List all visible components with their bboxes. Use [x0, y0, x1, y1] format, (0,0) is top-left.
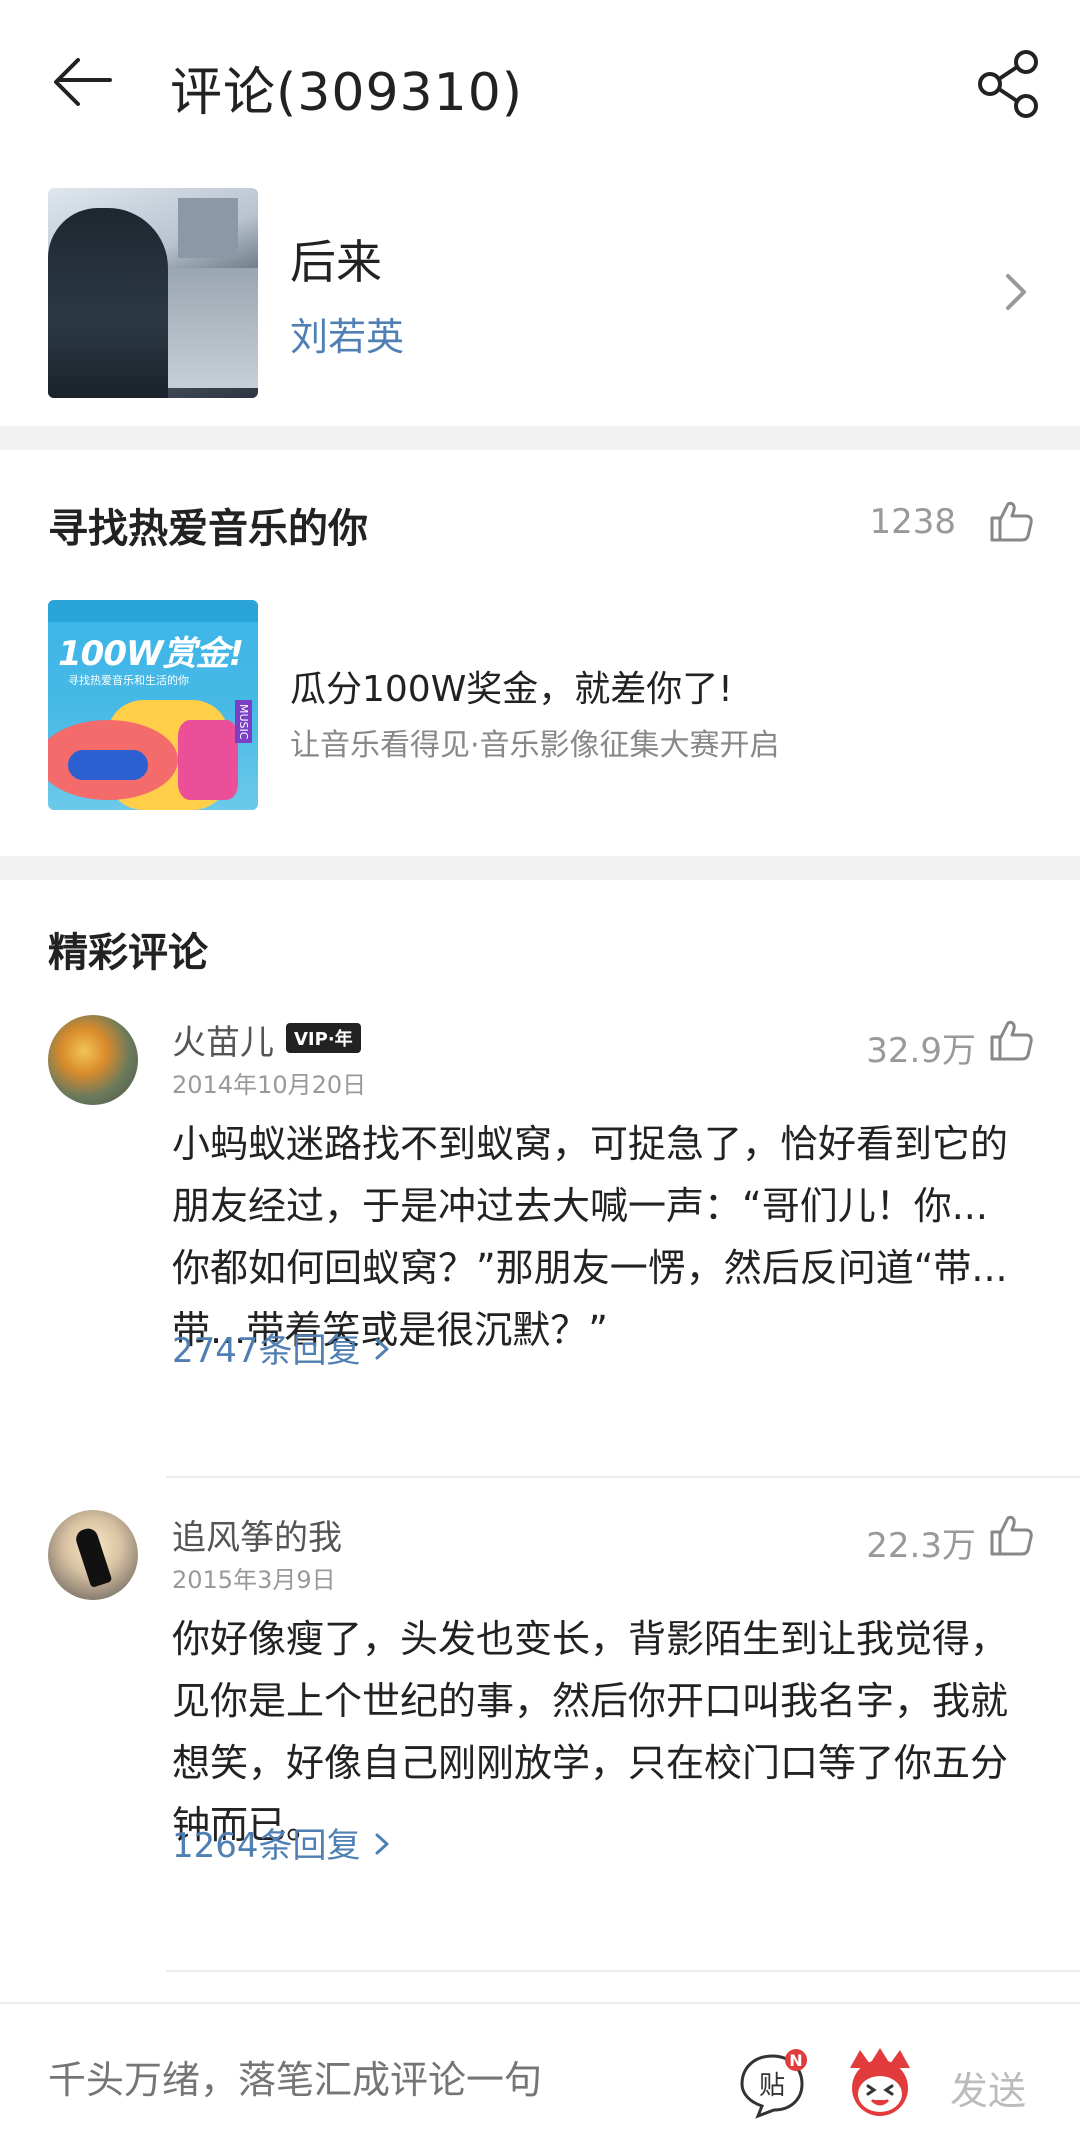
comments-section: 精彩评论 火苗儿 VIP·年 2014年10月20日 32.9万 小蚂蚁迷路找不…: [0, 880, 1080, 2149]
promo-subtitle: 让音乐看得见·音乐影像征集大赛开启: [290, 728, 780, 763]
emoji-face-icon: [850, 2048, 910, 2116]
sticker-button[interactable]: 贴 N: [736, 2048, 808, 2120]
cover-figure: [48, 208, 168, 398]
share-button[interactable]: [970, 44, 1050, 124]
comment-item[interactable]: 火苗儿 VIP·年 2014年10月20日 32.9万 小蚂蚁迷路找不到蚁窝，可…: [0, 1015, 1080, 1377]
promo-image-subline: 寻找热爱音乐和生活的你: [68, 674, 189, 687]
vip-badge: VIP·年: [286, 1023, 361, 1053]
comment-like-count: 32.9万: [866, 1031, 976, 1071]
song-artist[interactable]: 刘若英: [290, 306, 404, 361]
comment-composer-bar: 贴 N 发送: [0, 2002, 1080, 2149]
topic-like-count: 1238: [869, 502, 956, 542]
thumbs-up-icon[interactable]: [986, 1015, 1036, 1065]
send-button[interactable]: 发送: [950, 2060, 1026, 2115]
avatar[interactable]: [48, 1015, 138, 1105]
sticker-badge: N: [789, 2051, 802, 2070]
comment-input[interactable]: [48, 2058, 688, 2102]
comment-item[interactable]: 追风筝的我 2015年3月9日 22.3万 你好像瘦了，头发也变长，背影陌生到让…: [0, 1510, 1080, 1872]
arrow-left-icon: [54, 58, 112, 106]
comment-date: 2014年10月20日: [172, 1071, 367, 1099]
promo-shape: [68, 750, 148, 780]
replies-link[interactable]: 1264条回复: [172, 1818, 395, 1867]
promo-image-tag: MUSIC: [235, 700, 252, 744]
avatar[interactable]: [48, 1510, 138, 1600]
thumbs-up-icon[interactable]: [986, 1510, 1036, 1560]
promo-topbar: [48, 600, 258, 622]
vip-badge-label: VIP·年: [294, 1029, 353, 1050]
song-title: 后来: [290, 235, 382, 289]
comment-divider: [166, 1970, 1080, 1972]
top-bar: 评论(309310): [0, 0, 1080, 166]
section-divider: [0, 426, 1080, 450]
chevron-right-icon: [375, 1833, 389, 1855]
topic-heading: 寻找热爱音乐的你: [48, 506, 368, 552]
promo-title: 瓜分100W奖金，就差你了!: [290, 669, 733, 710]
replies-label: 2747条回复: [172, 1331, 361, 1371]
comments-heading: 精彩评论: [48, 930, 208, 976]
avatar-silhouette: [73, 1526, 113, 1588]
comment-divider: [166, 1476, 1080, 1478]
song-card[interactable]: 后来 刘若英: [0, 166, 1080, 426]
emoji-button[interactable]: [840, 2042, 920, 2122]
comment-date: 2015年3月9日: [172, 1566, 336, 1594]
promo-image[interactable]: 100W赏金! 寻找热爱音乐和生活的你 MUSIC: [48, 600, 258, 810]
back-button[interactable]: [44, 44, 124, 124]
album-cover: [48, 188, 258, 398]
promo-shape: [178, 720, 238, 800]
topic-section[interactable]: 寻找热爱音乐的你 1238 100W赏金! 寻找热爱音乐和生活的你 MUSIC …: [0, 450, 1080, 856]
cover-building: [178, 198, 238, 258]
replies-link[interactable]: 2747条回复: [172, 1323, 395, 1372]
chevron-right-icon: [375, 1338, 389, 1360]
chevron-right-icon: [1006, 274, 1026, 310]
section-divider: [0, 856, 1080, 880]
promo-image-headline: 100W赏金!: [58, 634, 244, 674]
comment-username[interactable]: 火苗儿: [172, 1015, 274, 1064]
thumbs-up-icon[interactable]: [986, 496, 1036, 546]
replies-label: 1264条回复: [172, 1826, 361, 1866]
comment-like-count: 22.3万: [866, 1526, 976, 1566]
speech-bubble-icon: 贴 N: [740, 2049, 807, 2119]
sticker-label: 贴: [759, 2071, 785, 2101]
comment-username[interactable]: 追风筝的我: [172, 1510, 342, 1559]
page-title: 评论(309310): [170, 63, 524, 123]
share-icon: [978, 50, 1038, 118]
